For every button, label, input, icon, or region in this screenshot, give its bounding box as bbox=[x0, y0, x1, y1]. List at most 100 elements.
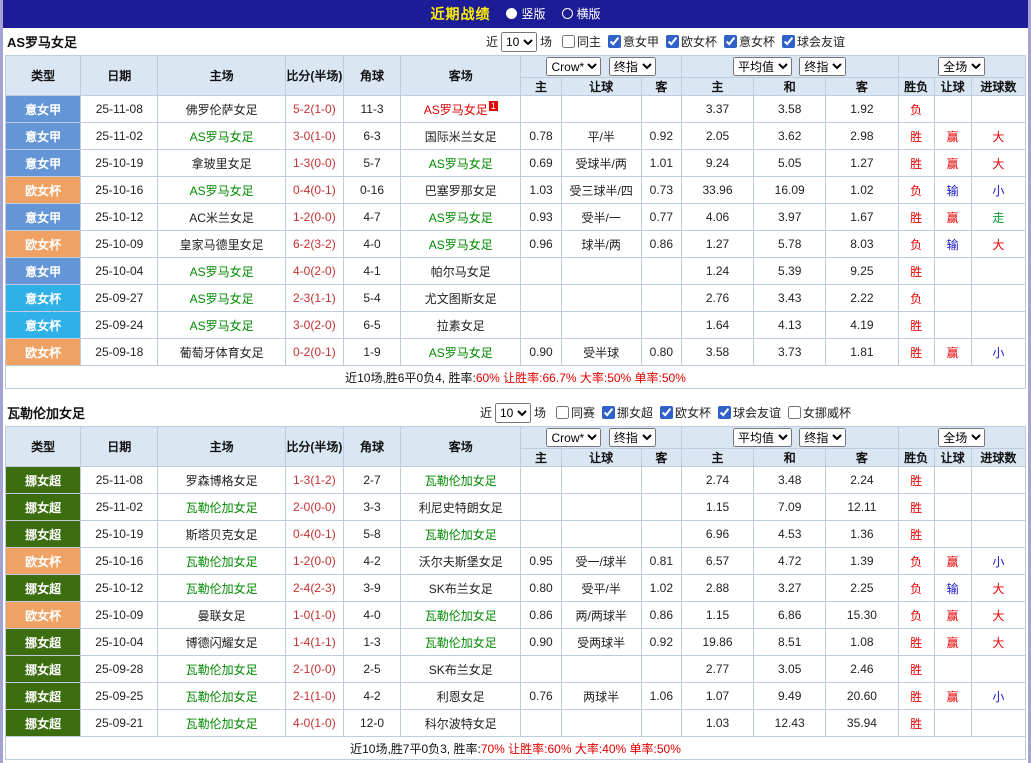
away-team[interactable]: 巴塞罗那女足 bbox=[401, 177, 521, 204]
away-team[interactable]: SK布兰女足 bbox=[401, 575, 521, 602]
checkbox-input[interactable] bbox=[602, 406, 615, 419]
home-team[interactable]: 斯塔贝克女足 bbox=[158, 521, 285, 548]
layout-radio-1[interactable]: 横版 bbox=[562, 5, 601, 22]
col-avg-away: 客 bbox=[826, 449, 898, 467]
over-under-result: 大 bbox=[971, 629, 1025, 656]
home-team[interactable]: 皇家马德里女足 bbox=[158, 231, 285, 258]
over-under-result: 大 bbox=[971, 575, 1025, 602]
away-team[interactable]: 瓦勒伦加女足 bbox=[401, 629, 521, 656]
match-date: 25-09-18 bbox=[81, 339, 158, 366]
away-team[interactable]: AS罗马女足 bbox=[401, 150, 521, 177]
checkbox-input[interactable] bbox=[788, 406, 801, 419]
home-team[interactable]: 罗森博格女足 bbox=[158, 467, 285, 494]
filter-checkbox-4[interactable]: 球会友谊 bbox=[782, 33, 845, 50]
bookmaker-select[interactable]: Crow* bbox=[546, 428, 601, 447]
home-team[interactable]: 瓦勒伦加女足 bbox=[158, 710, 285, 737]
match-count-select[interactable]: 10 bbox=[495, 403, 531, 423]
away-team[interactable]: 帕尔马女足 bbox=[401, 258, 521, 285]
home-team[interactable]: 曼联女足 bbox=[158, 602, 285, 629]
away-team[interactable]: 拉素女足 bbox=[401, 312, 521, 339]
odds-stage-select-2[interactable]: 终指 bbox=[799, 57, 846, 76]
away-team[interactable]: 瓦勒伦加女足 bbox=[401, 521, 521, 548]
away-team[interactable]: 利尼史特朗女足 bbox=[401, 494, 521, 521]
avg-draw-odds: 8.51 bbox=[754, 629, 826, 656]
avg-draw-odds: 16.09 bbox=[754, 177, 826, 204]
final-score: 2-1(1-0) bbox=[285, 683, 343, 710]
filter-checkbox-3[interactable]: 意女杯 bbox=[724, 33, 775, 50]
handicap-line bbox=[561, 710, 641, 737]
checkbox-input[interactable] bbox=[556, 406, 569, 419]
home-team[interactable]: 佛罗伦萨女足 bbox=[158, 96, 285, 123]
away-team[interactable]: AS罗马女足 bbox=[401, 204, 521, 231]
radio-icon bbox=[506, 8, 517, 19]
corner-count: 11-3 bbox=[343, 96, 400, 123]
match-count-select[interactable]: 10 bbox=[501, 32, 537, 52]
filter-checkbox-1[interactable]: 挪女超 bbox=[602, 404, 653, 421]
filter-checkbox-1[interactable]: 意女甲 bbox=[608, 33, 659, 50]
checkbox-input[interactable] bbox=[608, 35, 621, 48]
checkbox-input[interactable] bbox=[660, 406, 673, 419]
checkbox-input[interactable] bbox=[562, 35, 575, 48]
away-team[interactable]: 瓦勒伦加女足 bbox=[401, 467, 521, 494]
home-team[interactable]: 瓦勒伦加女足 bbox=[158, 575, 285, 602]
average-odds-select[interactable]: 平均值 bbox=[733, 57, 792, 76]
checkbox-input[interactable] bbox=[782, 35, 795, 48]
red-card-badge: 1 bbox=[489, 101, 498, 111]
handicap-home-odds: 0.95 bbox=[521, 548, 561, 575]
home-team[interactable]: AS罗马女足 bbox=[158, 312, 285, 339]
europe-odds-group: 平均值 终指 bbox=[681, 56, 898, 78]
avg-home-odds: 19.86 bbox=[681, 629, 753, 656]
avg-away-odds: 2.25 bbox=[826, 575, 898, 602]
handicap-home-odds bbox=[521, 656, 561, 683]
home-team[interactable]: AS罗马女足 bbox=[158, 258, 285, 285]
away-team[interactable]: 瓦勒伦加女足 bbox=[401, 602, 521, 629]
away-team[interactable]: SK布兰女足 bbox=[401, 656, 521, 683]
home-team[interactable]: AS罗马女足 bbox=[158, 285, 285, 312]
league-badge: 意女杯 bbox=[6, 312, 81, 339]
home-team[interactable]: AS罗马女足 bbox=[158, 177, 285, 204]
away-team[interactable]: 科尔波特女足 bbox=[401, 710, 521, 737]
final-score: 5-2(1-0) bbox=[285, 96, 343, 123]
layout-radio-0[interactable]: 竖版 bbox=[506, 5, 545, 22]
final-score: 3-0(1-0) bbox=[285, 123, 343, 150]
final-score: 1-4(1-1) bbox=[285, 629, 343, 656]
match-row: 挪女超25-09-28瓦勒伦加女足2-1(0-0)2-5SK布兰女足2.773.… bbox=[6, 656, 1026, 683]
scope-select[interactable]: 全场 bbox=[938, 57, 985, 76]
away-team[interactable]: AS罗马女足1 bbox=[401, 96, 521, 123]
filter-checkbox-2[interactable]: 欧女杯 bbox=[666, 33, 717, 50]
filter-checkbox-0[interactable]: 同赛 bbox=[556, 404, 595, 421]
checkbox-input[interactable] bbox=[724, 35, 737, 48]
filter-checkbox-0[interactable]: 同主 bbox=[562, 33, 601, 50]
away-team[interactable]: 利恩女足 bbox=[401, 683, 521, 710]
checkbox-label: 意女甲 bbox=[623, 33, 659, 50]
checkbox-input[interactable] bbox=[666, 35, 679, 48]
away-team[interactable]: 沃尔夫斯堡女足 bbox=[401, 548, 521, 575]
home-team[interactable]: 拿玻里女足 bbox=[158, 150, 285, 177]
home-team[interactable]: AS罗马女足 bbox=[158, 123, 285, 150]
odds-stage-select-2[interactable]: 终指 bbox=[799, 428, 846, 447]
away-team[interactable]: AS罗马女足 bbox=[401, 231, 521, 258]
handicap-home-odds: 0.93 bbox=[521, 204, 561, 231]
odds-stage-select[interactable]: 终指 bbox=[609, 428, 656, 447]
home-team[interactable]: AC米兰女足 bbox=[158, 204, 285, 231]
corner-count: 4-2 bbox=[343, 548, 400, 575]
bookmaker-select[interactable]: Crow* bbox=[546, 57, 601, 76]
col-home: 主场 bbox=[158, 56, 285, 96]
home-team[interactable]: 博德闪耀女足 bbox=[158, 629, 285, 656]
col-result: 胜负 bbox=[898, 78, 934, 96]
average-odds-select[interactable]: 平均值 bbox=[733, 428, 792, 447]
home-team[interactable]: 葡萄牙体育女足 bbox=[158, 339, 285, 366]
away-team[interactable]: 尤文图斯女足 bbox=[401, 285, 521, 312]
away-team[interactable]: 国际米兰女足 bbox=[401, 123, 521, 150]
home-team[interactable]: 瓦勒伦加女足 bbox=[158, 683, 285, 710]
home-team[interactable]: 瓦勒伦加女足 bbox=[158, 494, 285, 521]
away-team[interactable]: AS罗马女足 bbox=[401, 339, 521, 366]
filter-checkbox-3[interactable]: 球会友谊 bbox=[718, 404, 781, 421]
home-team[interactable]: 瓦勒伦加女足 bbox=[158, 656, 285, 683]
filter-checkbox-4[interactable]: 女挪威杯 bbox=[788, 404, 851, 421]
odds-stage-select[interactable]: 终指 bbox=[609, 57, 656, 76]
checkbox-input[interactable] bbox=[718, 406, 731, 419]
filter-checkbox-2[interactable]: 欧女杯 bbox=[660, 404, 711, 421]
scope-select[interactable]: 全场 bbox=[938, 428, 985, 447]
home-team[interactable]: 瓦勒伦加女足 bbox=[158, 548, 285, 575]
